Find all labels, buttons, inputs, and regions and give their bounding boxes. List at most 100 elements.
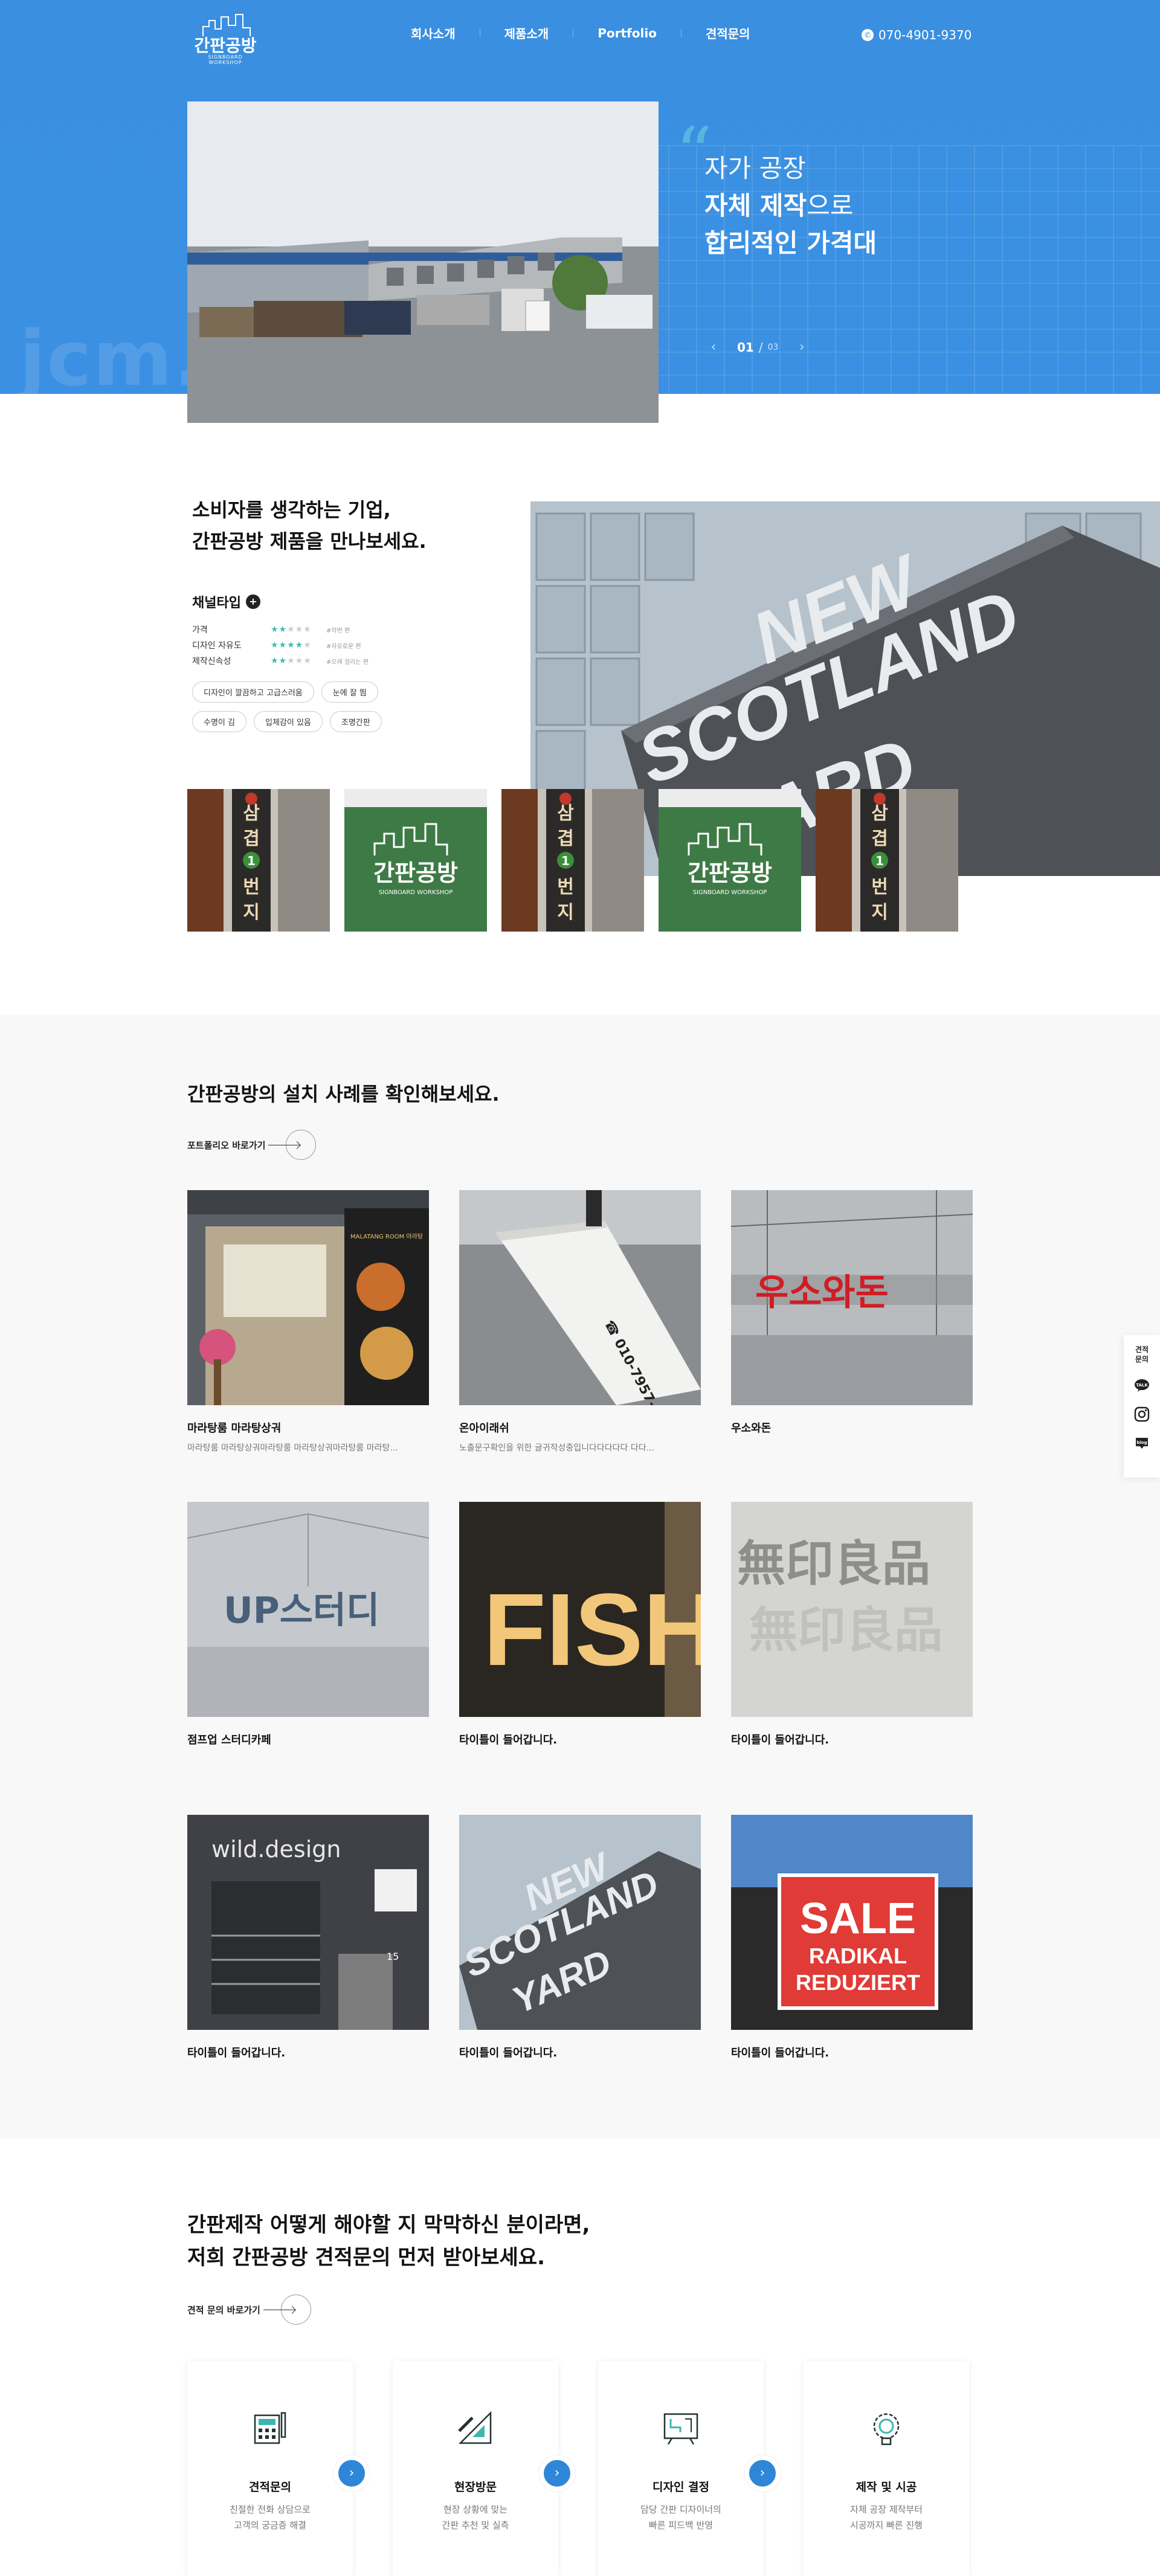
chevron-right-icon[interactable]: › <box>793 338 811 356</box>
study-cafe-letters-illustration: UP스터디 <box>187 1502 429 1717</box>
process-title-line-1: 간판제작 어떻게 해야할 지 막막하신 분이라면, <box>187 2213 590 2237</box>
hero-factory-photo <box>187 101 659 423</box>
instagram-icon[interactable] <box>1134 1406 1150 1422</box>
nav-products[interactable]: 제품소개 <box>480 24 573 42</box>
portfolio-card[interactable]: 無印良品 無印良品 타이틀이 들어갑니다. <box>731 1502 973 1747</box>
product-thumbnail[interactable]: 삼 겹 1 번 지 <box>816 789 958 932</box>
svg-text:1: 1 <box>875 854 884 868</box>
portfolio-title: 간판공방의 설치 사례를 확인해보세요. <box>187 1083 500 1106</box>
plus-icon[interactable]: + <box>245 594 260 609</box>
process-section-title: 간판제작 어떻게 해야할 지 막막하신 분이라면, 저희 간판공방 견적문의 먼… <box>187 2209 590 2274</box>
green-logo-sign-thumb: 간판공방 SIGNBOARD WORKSHOP <box>344 789 487 932</box>
vertical-sign-thumb: 삼 겹 1 번 지 <box>501 789 644 932</box>
portfolio-card-title: 타이틀이 들어갑니다. <box>187 2047 286 2059</box>
svg-text:우소와돈: 우소와돈 <box>755 1272 889 1314</box>
portfolio-card-title: 점프업 스터디카페 <box>187 1734 271 1747</box>
svg-text:삼: 삼 <box>871 803 888 824</box>
nav-company[interactable]: 회사소개 <box>387 24 480 42</box>
tag-chip[interactable]: 눈에 잘 띔 <box>321 681 378 703</box>
svg-text:SIGNBOARD WORKSHOP: SIGNBOARD WORKSHOP <box>693 889 767 896</box>
hero-copy: 자가 공장 자체 제작으로 합리적인 가격대 <box>704 150 877 262</box>
vertical-sign-thumb: 삼 겹 1 번 지 <box>187 789 330 932</box>
slide-total: 03 <box>767 343 779 352</box>
portfolio-card[interactable]: SALE RADIKAL REDUZIERT 타이틀이 들어갑니다. <box>731 1815 973 2060</box>
portfolio-card-title: 우소와돈 <box>731 1422 772 1435</box>
channel-type-title: 채널타입 <box>192 596 241 611</box>
portfolio-card[interactable]: MALATANG ROOM 마라탕 마라탕룸 마라탕상궈 마라탕룸 마라탕상궈마… <box>187 1190 429 1454</box>
kakaotalk-icon[interactable]: TALK <box>1134 1377 1150 1393</box>
process-step-card: 디자인 결정 담당 간판 디자이너의 빠른 피드백 반영 <box>598 2361 764 2576</box>
portfolio-card[interactable]: NEW SCOTLAND YARD 타이틀이 들어갑니다. <box>459 1815 701 2060</box>
ruler-triangle-icon <box>458 2410 492 2444</box>
blog-icon[interactable]: blog <box>1134 1435 1150 1451</box>
product-thumbnail[interactable]: 삼 겹 1 번 지 <box>501 789 644 932</box>
tag-chip[interactable]: 입체감이 있음 <box>253 711 323 732</box>
svg-text:지: 지 <box>557 902 574 923</box>
portfolio-image: FISH <box>459 1502 701 1717</box>
nav-estimate[interactable]: 견적문의 <box>682 24 775 42</box>
chevron-right-icon[interactable]: › <box>744 2455 781 2491</box>
process-title-line-2: 저희 간판공방 견적문의 먼저 받아보세요. <box>187 2246 546 2270</box>
tag-chip[interactable]: 조명간판 <box>329 711 382 732</box>
green-logo-sign-thumb: 간판공방 SIGNBOARD WORKSHOP <box>659 789 801 932</box>
hero-line-2-rest: 으로 <box>807 191 854 221</box>
portfolio-card[interactable]: FISH 타이틀이 들어갑니다. <box>459 1502 701 1747</box>
product-thumbnail-list: 삼 겹 1 번 지 간판공방 SIGNBOARD WORKSHOP 삼 겹 1 … <box>187 789 958 932</box>
portfolio-section: 간판공방의 설치 사례를 확인해보세요. 포트폴리오 바로가기 MALATANG… <box>0 1015 1160 2139</box>
svg-text:SIGNBOARD WORKSHOP: SIGNBOARD WORKSHOP <box>379 889 453 896</box>
product-thumbnail[interactable]: 간판공방 SIGNBOARD WORKSHOP <box>344 789 487 932</box>
portfolio-card[interactable]: ☎ 010-7957-2597 온아이래쉬 노출문구확인을 위한 글귀작성중입니… <box>459 1190 701 1454</box>
portfolio-card[interactable]: wild.design 15 타이틀이 들어갑니다. <box>187 1815 429 2060</box>
fish-sign-illustration: FISH <box>459 1502 701 1717</box>
portfolio-card-title: 마라탕룸 마라탕상궈 <box>187 1422 282 1435</box>
portfolio-image: UP스터디 <box>187 1502 429 1717</box>
logo-text: 간판공방 <box>194 36 257 56</box>
slide-separator: / <box>758 340 763 355</box>
wild-design-building-illustration: wild.design 15 <box>187 1815 429 2030</box>
product-thumbnail[interactable]: 간판공방 SIGNBOARD WORKSHOP <box>659 789 801 932</box>
portfolio-card-title: 타이틀이 들어갑니다. <box>731 2047 830 2059</box>
svg-text:UP스터디: UP스터디 <box>224 1589 379 1632</box>
portfolio-image: SALE RADIKAL REDUZIERT <box>731 1815 973 2030</box>
rating-note: #하번 편 <box>326 627 350 634</box>
rating-row: 디자인 자유도 ★★★★★ #자유로운 편 <box>192 640 422 651</box>
svg-text:삼: 삼 <box>243 803 260 824</box>
svg-text:겹: 겹 <box>557 828 574 849</box>
rating-label: 제작신속성 <box>192 657 231 666</box>
chevron-left-icon[interactable]: ‹ <box>704 338 723 356</box>
quick-estimate-link[interactable]: 견적 문의 <box>1133 1345 1151 1364</box>
svg-text:겹: 겹 <box>871 828 888 849</box>
tag-chip[interactable]: 수명이 김 <box>192 711 246 732</box>
phone-number: 070-4901-9370 <box>878 28 972 42</box>
channel-type-header[interactable]: 채널타입 + <box>192 592 422 611</box>
tag-chip[interactable]: 디자인이 깔끔하고 고급스러움 <box>192 681 314 703</box>
portfolio-link-label: 포트폴리오 바로가기 <box>187 1139 266 1151</box>
portfolio-image: wild.design 15 <box>187 1815 429 2030</box>
svg-text:삼: 삼 <box>557 803 574 824</box>
svg-text:겹: 겹 <box>243 828 260 849</box>
rating-label: 디자인 자유도 <box>192 641 242 651</box>
svg-text:지: 지 <box>871 902 888 923</box>
svg-text:無印良品: 無印良品 <box>749 1602 942 1658</box>
portfolio-card-title: 타이틀이 들어갑니다. <box>459 2047 558 2059</box>
channel-type-panel: 채널타입 + 가격 ★★★★★ #하번 편 디자인 자유도 ★★★★★ #자유로… <box>192 592 422 732</box>
portfolio-card-title: 온아이래쉬 <box>459 1422 509 1435</box>
vertical-sign-thumb: 삼 겹 1 번 지 <box>816 789 958 932</box>
product-section-title: 소비자를 생각하는 기업, 간판공방 제품을 만나보세요. <box>192 494 427 557</box>
hero-line-2: 자체 제작으로 <box>704 187 877 225</box>
nav-portfolio[interactable]: Portfolio <box>573 26 681 40</box>
svg-text:1: 1 <box>561 854 570 868</box>
estimate-link[interactable]: 견적 문의 바로가기 <box>187 2294 311 2325</box>
chevron-right-icon[interactable]: › <box>539 2455 575 2491</box>
site-logo[interactable]: 간판공방 SIGNBOARD WORKSHOP <box>192 13 259 65</box>
tag-list: 디자인이 깔끔하고 고급스러움 눈에 잘 띔 수명이 김 입체감이 있음 조명간… <box>192 681 422 732</box>
header-phone[interactable]: ✆ 070-4901-9370 <box>862 28 971 42</box>
process-step-desc: 친절한 전화 상담으로 고객의 궁금증 해결 <box>230 2504 311 2531</box>
chevron-right-icon[interactable]: › <box>334 2455 370 2491</box>
portfolio-card[interactable]: 우소와돈 우소와돈 <box>731 1190 973 1435</box>
portfolio-card[interactable]: UP스터디 점프업 스터디카페 <box>187 1502 429 1747</box>
portfolio-link[interactable]: 포트폴리오 바로가기 <box>187 1130 317 1160</box>
svg-text:번: 번 <box>243 877 260 898</box>
product-thumbnail[interactable]: 삼 겹 1 번 지 <box>187 789 330 932</box>
long-board-sign-illustration: ☎ 010-7957-2597 <box>459 1190 701 1405</box>
